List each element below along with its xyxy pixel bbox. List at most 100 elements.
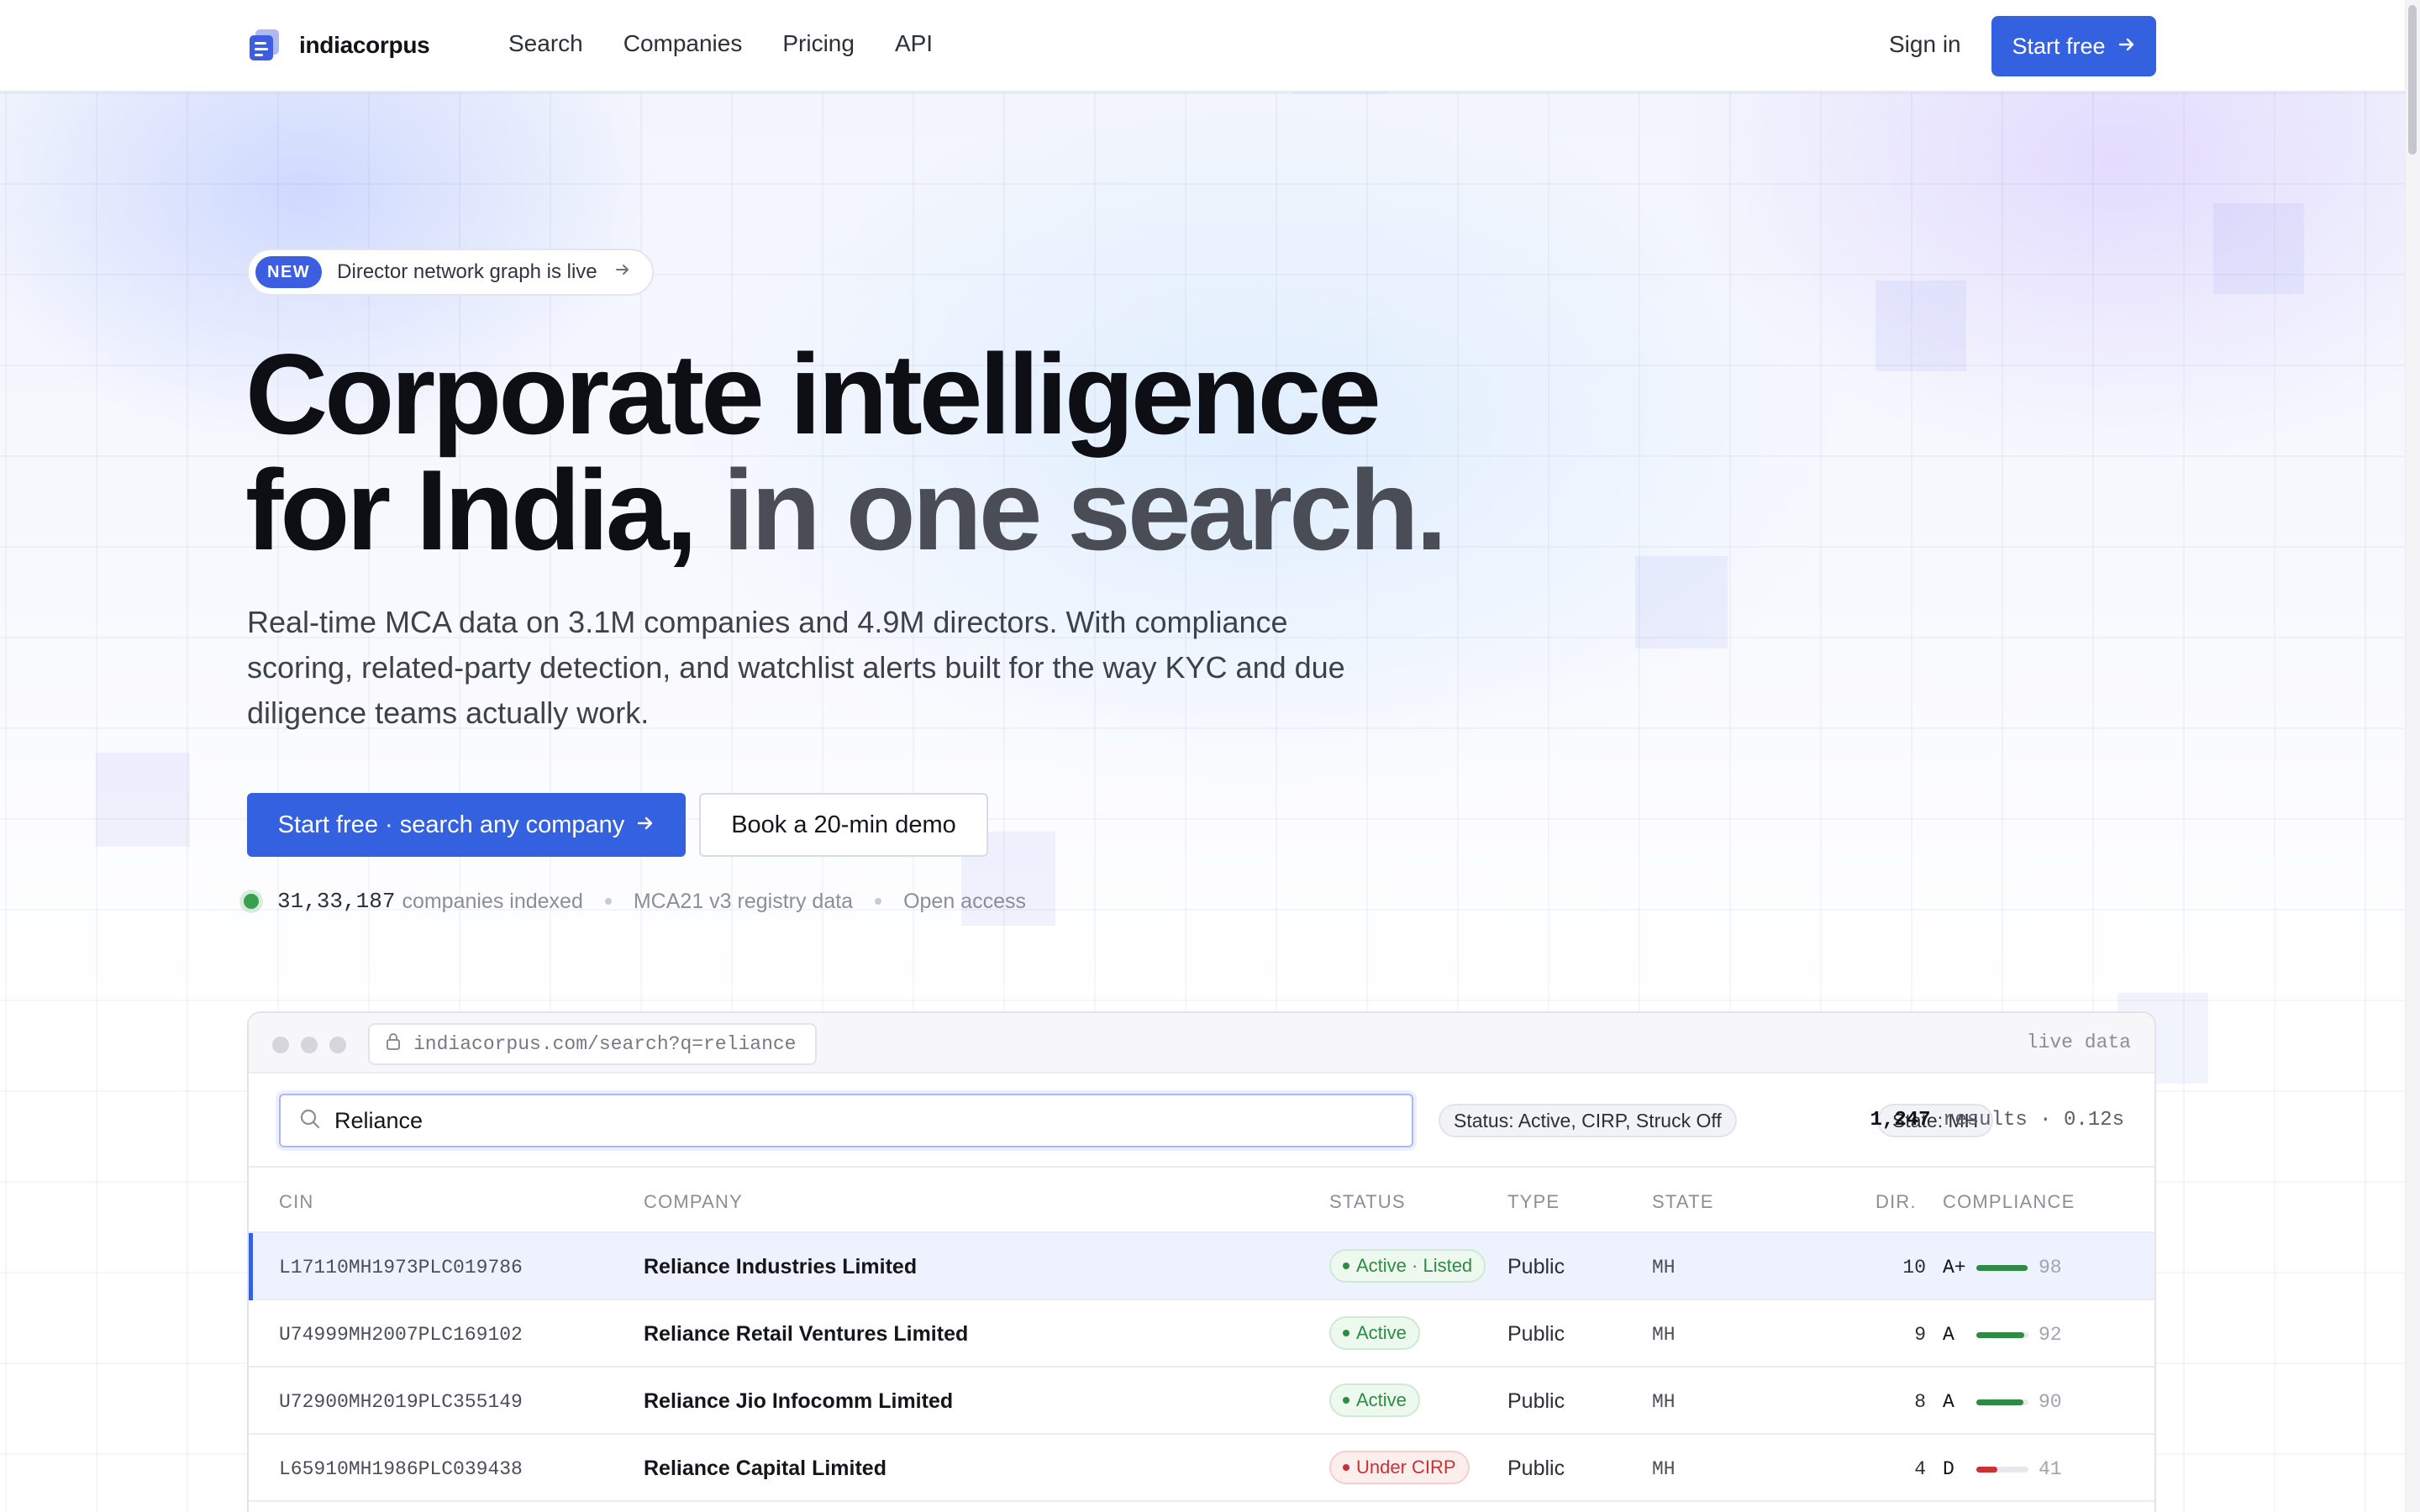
window-dot bbox=[329, 1037, 346, 1053]
arrow-right-icon bbox=[2118, 34, 2136, 60]
start-free-label: Start free bbox=[2012, 33, 2106, 59]
lock-icon bbox=[385, 1032, 402, 1057]
nav-pricing[interactable]: Pricing bbox=[782, 30, 855, 57]
status-badge: Active · Listed bbox=[1329, 1249, 1486, 1283]
nav-companies[interactable]: Companies bbox=[623, 30, 743, 57]
cell-directors: 8 bbox=[1914, 1391, 1926, 1413]
headline-line-1: Corporate intelligence bbox=[245, 330, 1381, 458]
table-header: CIN COMPANY STATUS TYPE STATE DIR. COMPL… bbox=[249, 1168, 2154, 1233]
status-label: Active bbox=[1356, 1322, 1407, 1343]
cell-state: MH bbox=[1652, 1257, 1676, 1278]
headline-line-2a: for India, bbox=[245, 446, 697, 574]
status-badge: Under CIRP bbox=[1329, 1451, 1470, 1484]
logo-icon bbox=[247, 28, 282, 63]
book-demo-button[interactable]: Book a 20-min demo bbox=[699, 793, 988, 857]
table-row[interactable]: L17110MH1973PLC019786 Reliance Industries… bbox=[249, 1233, 2154, 1300]
column-header-type[interactable]: TYPE bbox=[1507, 1191, 1560, 1213]
cell-company[interactable]: Reliance Industries Limited bbox=[644, 1255, 917, 1279]
nav-api[interactable]: API bbox=[895, 30, 933, 57]
brand-name: indiacorpus bbox=[299, 32, 430, 58]
window-dot bbox=[301, 1037, 318, 1053]
filter-chip-status[interactable]: Status: Active, CIRP, Struck Off bbox=[1439, 1104, 1737, 1137]
arrow-right-icon bbox=[614, 260, 631, 284]
cell-type: Public bbox=[1507, 1457, 1565, 1480]
window-titlebar: indiacorpus.com/search?q=reliance live d… bbox=[249, 1013, 2154, 1074]
arrow-right-icon bbox=[636, 811, 655, 839]
column-header-company[interactable]: COMPANY bbox=[644, 1191, 743, 1213]
nav-search[interactable]: Search bbox=[508, 30, 583, 57]
window-dot bbox=[272, 1037, 289, 1053]
column-header-directors[interactable]: DIR. bbox=[1876, 1191, 1917, 1213]
status-label: Active bbox=[1356, 1389, 1407, 1410]
table-row[interactable]: U74999MH2007PLC169102 Reliance Retail Ven… bbox=[249, 1300, 2154, 1368]
cell-company[interactable]: Reliance Jio Infocomm Limited bbox=[644, 1389, 953, 1414]
new-badge: NEW bbox=[255, 256, 323, 288]
compliance-bar-fill bbox=[1976, 1399, 2023, 1405]
search-box[interactable] bbox=[279, 1094, 1413, 1147]
live-data-label: live data bbox=[2026, 1032, 2131, 1053]
compliance-score-value: 92 bbox=[2039, 1324, 2062, 1346]
cell-state: MH bbox=[1652, 1458, 1676, 1480]
compliance-score-value: 90 bbox=[2039, 1391, 2062, 1413]
search-icon bbox=[299, 1108, 321, 1134]
compliance-grade: A bbox=[1943, 1324, 1954, 1346]
table-row[interactable]: L65910MH1986PLC039438 Reliance Capital Li… bbox=[249, 1435, 2154, 1502]
address-url: indiacorpus.com/search?q=reliance bbox=[413, 1033, 797, 1055]
search-toolbar: Status: Active, CIRP, Struck Off State: … bbox=[249, 1074, 2154, 1168]
headline-line-2b: in one search. bbox=[723, 446, 1448, 574]
cell-type: Public bbox=[1507, 1322, 1565, 1346]
compliance-score: A 90 bbox=[1943, 1391, 2062, 1413]
search-input[interactable] bbox=[334, 1107, 1343, 1134]
compliance-bar bbox=[1976, 1466, 2028, 1473]
status-label: Active · Listed bbox=[1356, 1255, 1473, 1276]
main-nav: Search Companies Pricing API bbox=[508, 30, 933, 57]
cell-directors: 9 bbox=[1914, 1324, 1926, 1346]
cell-type: Public bbox=[1507, 1255, 1565, 1278]
status-badge: Active bbox=[1329, 1316, 1420, 1350]
hero-description: Real-time MCA data on 3.1M companies and… bbox=[247, 605, 1345, 730]
results-suffix: results · 0.12s bbox=[1942, 1109, 2124, 1131]
start-free-search-button[interactable]: Start free · search any company bbox=[247, 793, 686, 857]
decor-tile bbox=[1294, 92, 1386, 94]
compliance-bar bbox=[1976, 1399, 2028, 1405]
column-header-state[interactable]: STATE bbox=[1652, 1191, 1714, 1213]
hero-headline: Corporate intelligence for India, in one… bbox=[245, 336, 1448, 568]
address-bar[interactable]: indiacorpus.com/search?q=reliance bbox=[368, 1023, 817, 1065]
decor-tile bbox=[96, 753, 190, 847]
results-count: 1,247 bbox=[1870, 1109, 1931, 1131]
column-header-cin[interactable]: CIN bbox=[279, 1191, 314, 1213]
compliance-grade: D bbox=[1943, 1458, 1954, 1480]
announcement-pill[interactable]: NEW Director network graph is live bbox=[247, 249, 654, 296]
compliance-grade: A bbox=[1943, 1391, 1954, 1413]
compliance-score: A+ 98 bbox=[1943, 1257, 2062, 1278]
scrollbar-thumb[interactable] bbox=[2408, 5, 2417, 155]
brand[interactable]: indiacorpus bbox=[247, 28, 430, 63]
cell-directors: 4 bbox=[1914, 1458, 1926, 1480]
cell-company[interactable]: Reliance Capital Limited bbox=[644, 1457, 886, 1481]
cta-primary-label: Start free · search any company bbox=[277, 811, 625, 838]
column-header-status[interactable]: STATUS bbox=[1329, 1191, 1406, 1213]
decor-tile bbox=[2213, 203, 2304, 294]
hero-stats: 31,33,187 companies indexed MCA21 v3 reg… bbox=[244, 889, 1026, 914]
cell-type: Public bbox=[1507, 1389, 1565, 1413]
access-level: Open access bbox=[903, 889, 1026, 913]
cell-cin: U72900MH2019PLC355149 bbox=[279, 1391, 523, 1413]
page-scrollbar[interactable] bbox=[2405, 0, 2420, 1512]
live-status-icon bbox=[244, 894, 259, 909]
start-free-button[interactable]: Start free bbox=[1991, 16, 2156, 76]
results-table-body: L17110MH1973PLC019786 Reliance Industries… bbox=[249, 1233, 2154, 1502]
cell-company[interactable]: Reliance Retail Ventures Limited bbox=[644, 1322, 968, 1347]
cell-cin: L65910MH1986PLC039438 bbox=[279, 1458, 523, 1480]
compliance-bar-fill bbox=[1976, 1331, 2024, 1338]
app-preview-window: indiacorpus.com/search?q=reliance live d… bbox=[247, 1011, 2156, 1512]
decor-tile bbox=[1635, 556, 1728, 648]
window-controls bbox=[272, 1037, 346, 1053]
column-header-compliance[interactable]: COMPLIANCE bbox=[1943, 1191, 2075, 1213]
cell-state: MH bbox=[1652, 1391, 1676, 1413]
sign-in-link[interactable]: Sign in bbox=[1889, 31, 1961, 58]
status-dot-icon bbox=[1343, 1263, 1349, 1269]
table-row[interactable]: U72900MH2019PLC355149 Reliance Jio Infoco… bbox=[249, 1368, 2154, 1435]
companies-count-label: companies indexed bbox=[402, 889, 583, 913]
cell-state: MH bbox=[1652, 1324, 1676, 1346]
status-badge: Active bbox=[1329, 1383, 1420, 1417]
